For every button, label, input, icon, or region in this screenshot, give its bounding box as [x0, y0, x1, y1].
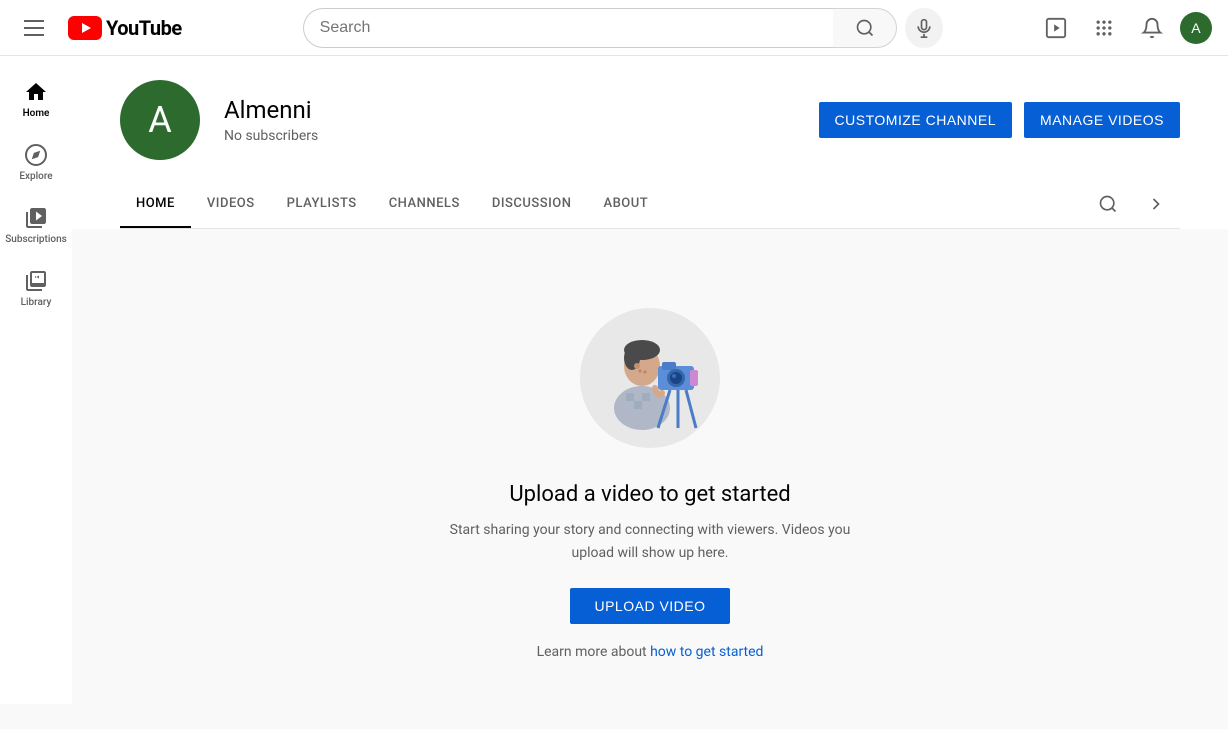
- channel-name: Almenni: [224, 96, 795, 124]
- explore-icon: [24, 143, 48, 167]
- empty-state-description: Start sharing your story and connecting …: [430, 519, 870, 564]
- sidebar-item-home[interactable]: Home: [0, 68, 72, 131]
- apps-icon: [1094, 18, 1114, 38]
- upload-button[interactable]: [1036, 8, 1076, 48]
- mic-icon: [914, 18, 934, 38]
- search-button[interactable]: [833, 8, 897, 48]
- home-icon: [24, 80, 48, 104]
- customize-channel-button[interactable]: CUSTOMIZE CHANNEL: [819, 102, 1012, 138]
- tab-videos[interactable]: VIDEOS: [191, 180, 271, 228]
- library-icon: [24, 269, 48, 293]
- youtube-logo-icon: [68, 16, 102, 40]
- sidebar-item-explore[interactable]: Explore: [0, 131, 72, 194]
- sidebar-label-subscriptions: Subscriptions: [5, 234, 67, 245]
- tab-more-button[interactable]: [1132, 180, 1180, 228]
- search-icon: [855, 18, 875, 38]
- channel-header: A Almenni No subscribers CUSTOMIZE CHANN…: [72, 56, 1228, 229]
- upload-icon: [1045, 17, 1067, 39]
- sidebar-item-subscriptions[interactable]: Subscriptions: [0, 194, 72, 257]
- topnav-center: [303, 8, 943, 48]
- youtube-logo[interactable]: YouTube: [68, 16, 182, 40]
- user-avatar-button[interactable]: A: [1180, 12, 1212, 44]
- tab-home[interactable]: HOME: [120, 180, 191, 228]
- chevron-right-icon: [1146, 194, 1166, 214]
- sidebar-label-explore: Explore: [19, 171, 52, 182]
- topnav-left: YouTube: [16, 12, 256, 44]
- channel-avatar: A: [120, 80, 200, 160]
- apps-button[interactable]: [1084, 8, 1124, 48]
- topnav: YouTube: [0, 0, 1228, 56]
- channel-details: Almenni No subscribers: [224, 96, 795, 144]
- tab-about[interactable]: ABOUT: [587, 180, 664, 228]
- empty-state-title: Upload a video to get started: [509, 482, 790, 507]
- channel-info: A Almenni No subscribers CUSTOMIZE CHANN…: [120, 80, 1180, 180]
- subscriptions-icon: [24, 206, 48, 230]
- avatar-letter: A: [1191, 20, 1200, 36]
- hamburger-button[interactable]: [16, 12, 52, 44]
- upload-video-button[interactable]: UPLOAD VIDEO: [570, 588, 729, 624]
- main-content: A Almenni No subscribers CUSTOMIZE CHANN…: [72, 56, 1228, 729]
- sidebar-label-home: Home: [23, 108, 50, 119]
- notifications-button[interactable]: [1132, 8, 1172, 48]
- empty-state-illustration: [570, 298, 730, 458]
- youtube-logo-text: YouTube: [106, 16, 182, 40]
- channel-subscribers: No subscribers: [224, 128, 795, 144]
- sidebar-label-library: Library: [21, 297, 52, 308]
- channel-actions: CUSTOMIZE CHANNEL MANAGE VIDEOS: [819, 102, 1180, 138]
- tab-channels[interactable]: CHANNELS: [373, 180, 476, 228]
- search-form: [303, 8, 898, 48]
- search-input[interactable]: [303, 8, 834, 48]
- learn-more-link[interactable]: how to get started: [650, 644, 763, 660]
- learn-more-text: Learn more about how to get started: [537, 644, 764, 660]
- manage-videos-button[interactable]: MANAGE VIDEOS: [1024, 102, 1180, 138]
- sidebar: Home Explore Subscriptions Library: [0, 56, 72, 704]
- sidebar-item-library[interactable]: Library: [0, 257, 72, 320]
- topnav-right: A: [1036, 8, 1212, 48]
- tab-search-icon: [1098, 194, 1118, 214]
- tab-discussion[interactable]: DISCUSSION: [476, 180, 588, 228]
- bell-icon: [1141, 17, 1163, 39]
- channel-tabs: HOME VIDEOS PLAYLISTS CHANNELS DISCUSSIO…: [120, 180, 1180, 229]
- tab-search-button[interactable]: [1084, 180, 1132, 228]
- content-area: Upload a video to get started Start shar…: [72, 229, 1228, 729]
- mic-button[interactable]: [905, 8, 942, 48]
- tab-playlists[interactable]: PLAYLISTS: [271, 180, 373, 228]
